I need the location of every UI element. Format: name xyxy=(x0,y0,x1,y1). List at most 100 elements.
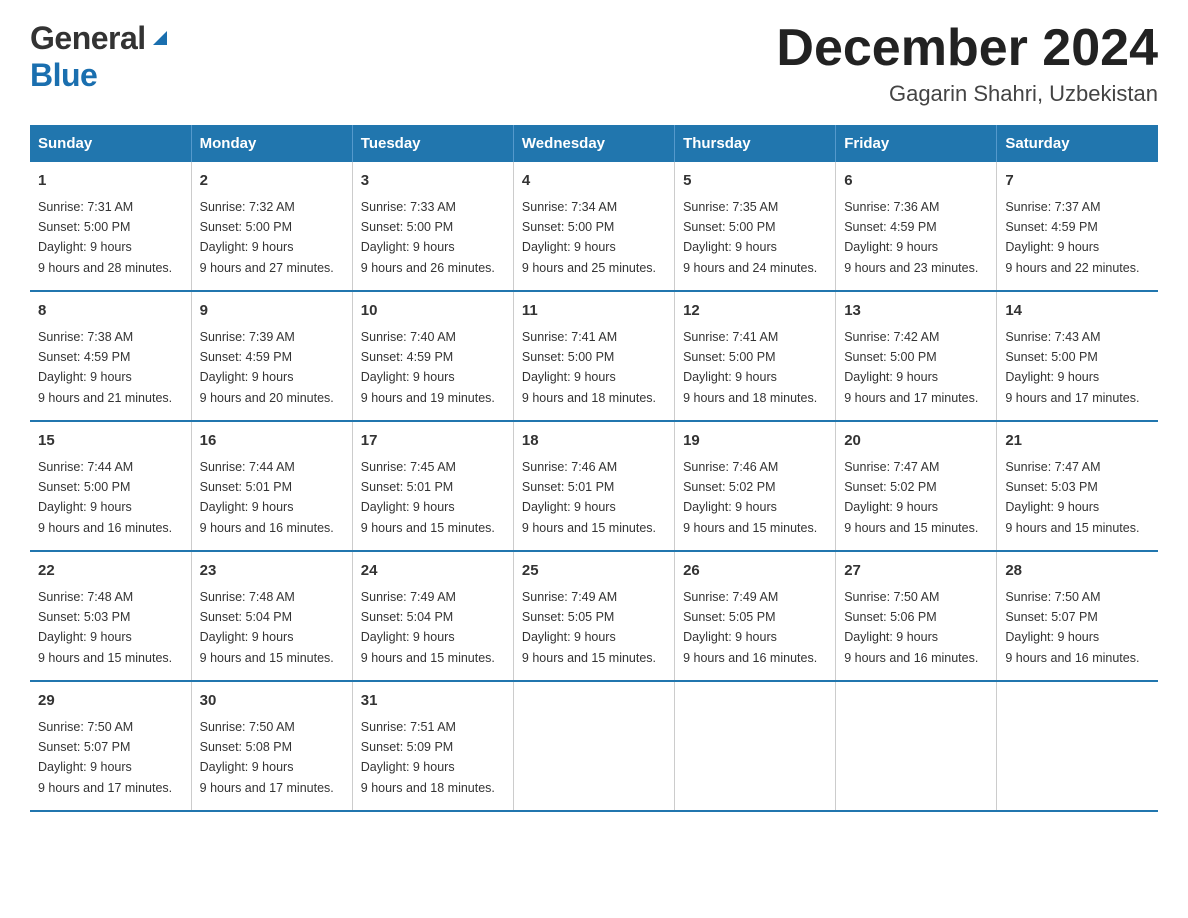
day-info: Sunrise: 7:45 AMSunset: 5:01 PMDaylight:… xyxy=(361,460,495,535)
calendar-cell xyxy=(836,681,997,811)
day-number: 3 xyxy=(361,170,505,193)
day-info: Sunrise: 7:39 AMSunset: 4:59 PMDaylight:… xyxy=(200,330,334,405)
day-info: Sunrise: 7:50 AMSunset: 5:06 PMDaylight:… xyxy=(844,590,978,665)
day-info: Sunrise: 7:49 AMSunset: 5:04 PMDaylight:… xyxy=(361,590,495,665)
calendar-cell: 29 Sunrise: 7:50 AMSunset: 5:07 PMDaylig… xyxy=(30,681,191,811)
calendar-week-row: 15 Sunrise: 7:44 AMSunset: 5:00 PMDaylig… xyxy=(30,421,1158,551)
calendar-cell: 25 Sunrise: 7:49 AMSunset: 5:05 PMDaylig… xyxy=(513,551,674,681)
day-number: 12 xyxy=(683,300,827,323)
day-number: 8 xyxy=(38,300,183,323)
day-info: Sunrise: 7:41 AMSunset: 5:00 PMDaylight:… xyxy=(522,330,656,405)
day-info: Sunrise: 7:48 AMSunset: 5:03 PMDaylight:… xyxy=(38,590,172,665)
day-number: 13 xyxy=(844,300,988,323)
calendar-cell: 22 Sunrise: 7:48 AMSunset: 5:03 PMDaylig… xyxy=(30,551,191,681)
calendar-cell: 6 Sunrise: 7:36 AMSunset: 4:59 PMDayligh… xyxy=(836,162,997,291)
day-info: Sunrise: 7:44 AMSunset: 5:01 PMDaylight:… xyxy=(200,460,334,535)
day-info: Sunrise: 7:37 AMSunset: 4:59 PMDaylight:… xyxy=(1005,200,1139,275)
header-saturday: Saturday xyxy=(997,125,1158,162)
day-number: 18 xyxy=(522,430,666,453)
calendar-cell: 2 Sunrise: 7:32 AMSunset: 5:00 PMDayligh… xyxy=(191,162,352,291)
day-number: 15 xyxy=(38,430,183,453)
calendar-cell: 11 Sunrise: 7:41 AMSunset: 5:00 PMDaylig… xyxy=(513,291,674,421)
day-info: Sunrise: 7:47 AMSunset: 5:02 PMDaylight:… xyxy=(844,460,978,535)
logo: General Blue xyxy=(30,20,171,94)
calendar-week-row: 1 Sunrise: 7:31 AMSunset: 5:00 PMDayligh… xyxy=(30,162,1158,291)
calendar-cell: 8 Sunrise: 7:38 AMSunset: 4:59 PMDayligh… xyxy=(30,291,191,421)
calendar-cell: 14 Sunrise: 7:43 AMSunset: 5:00 PMDaylig… xyxy=(997,291,1158,421)
day-number: 20 xyxy=(844,430,988,453)
calendar-cell: 12 Sunrise: 7:41 AMSunset: 5:00 PMDaylig… xyxy=(675,291,836,421)
calendar-cell: 26 Sunrise: 7:49 AMSunset: 5:05 PMDaylig… xyxy=(675,551,836,681)
day-number: 10 xyxy=(361,300,505,323)
header-thursday: Thursday xyxy=(675,125,836,162)
calendar-cell: 19 Sunrise: 7:46 AMSunset: 5:02 PMDaylig… xyxy=(675,421,836,551)
calendar-cell: 1 Sunrise: 7:31 AMSunset: 5:00 PMDayligh… xyxy=(30,162,191,291)
calendar-cell: 15 Sunrise: 7:44 AMSunset: 5:00 PMDaylig… xyxy=(30,421,191,551)
day-number: 5 xyxy=(683,170,827,193)
day-info: Sunrise: 7:36 AMSunset: 4:59 PMDaylight:… xyxy=(844,200,978,275)
day-info: Sunrise: 7:42 AMSunset: 5:00 PMDaylight:… xyxy=(844,330,978,405)
day-info: Sunrise: 7:40 AMSunset: 4:59 PMDaylight:… xyxy=(361,330,495,405)
header-sunday: Sunday xyxy=(30,125,191,162)
page-header: General Blue December 2024 Gagarin Shahr… xyxy=(30,20,1158,107)
day-number: 22 xyxy=(38,560,183,583)
day-number: 29 xyxy=(38,690,183,713)
day-info: Sunrise: 7:51 AMSunset: 5:09 PMDaylight:… xyxy=(361,720,495,795)
day-info: Sunrise: 7:50 AMSunset: 5:07 PMDaylight:… xyxy=(38,720,172,795)
location-subtitle: Gagarin Shahri, Uzbekistan xyxy=(776,81,1158,107)
calendar-cell xyxy=(675,681,836,811)
day-number: 11 xyxy=(522,300,666,323)
logo-triangle-icon xyxy=(149,27,171,49)
day-number: 19 xyxy=(683,430,827,453)
calendar-cell: 28 Sunrise: 7:50 AMSunset: 5:07 PMDaylig… xyxy=(997,551,1158,681)
calendar-cell: 7 Sunrise: 7:37 AMSunset: 4:59 PMDayligh… xyxy=(997,162,1158,291)
day-number: 30 xyxy=(200,690,344,713)
header-monday: Monday xyxy=(191,125,352,162)
day-info: Sunrise: 7:35 AMSunset: 5:00 PMDaylight:… xyxy=(683,200,817,275)
calendar-cell: 31 Sunrise: 7:51 AMSunset: 5:09 PMDaylig… xyxy=(352,681,513,811)
calendar-cell: 30 Sunrise: 7:50 AMSunset: 5:08 PMDaylig… xyxy=(191,681,352,811)
day-number: 9 xyxy=(200,300,344,323)
day-info: Sunrise: 7:34 AMSunset: 5:00 PMDaylight:… xyxy=(522,200,656,275)
day-info: Sunrise: 7:50 AMSunset: 5:07 PMDaylight:… xyxy=(1005,590,1139,665)
day-number: 14 xyxy=(1005,300,1150,323)
month-year-title: December 2024 xyxy=(776,20,1158,77)
day-info: Sunrise: 7:32 AMSunset: 5:00 PMDaylight:… xyxy=(200,200,334,275)
day-info: Sunrise: 7:38 AMSunset: 4:59 PMDaylight:… xyxy=(38,330,172,405)
calendar-week-row: 29 Sunrise: 7:50 AMSunset: 5:07 PMDaylig… xyxy=(30,681,1158,811)
day-info: Sunrise: 7:47 AMSunset: 5:03 PMDaylight:… xyxy=(1005,460,1139,535)
header-wednesday: Wednesday xyxy=(513,125,674,162)
calendar-cell: 16 Sunrise: 7:44 AMSunset: 5:01 PMDaylig… xyxy=(191,421,352,551)
calendar-cell: 23 Sunrise: 7:48 AMSunset: 5:04 PMDaylig… xyxy=(191,551,352,681)
day-number: 27 xyxy=(844,560,988,583)
day-number: 24 xyxy=(361,560,505,583)
day-info: Sunrise: 7:49 AMSunset: 5:05 PMDaylight:… xyxy=(683,590,817,665)
calendar-week-row: 22 Sunrise: 7:48 AMSunset: 5:03 PMDaylig… xyxy=(30,551,1158,681)
day-info: Sunrise: 7:48 AMSunset: 5:04 PMDaylight:… xyxy=(200,590,334,665)
day-number: 28 xyxy=(1005,560,1150,583)
calendar-cell: 3 Sunrise: 7:33 AMSunset: 5:00 PMDayligh… xyxy=(352,162,513,291)
calendar-cell: 9 Sunrise: 7:39 AMSunset: 4:59 PMDayligh… xyxy=(191,291,352,421)
calendar-cell: 27 Sunrise: 7:50 AMSunset: 5:06 PMDaylig… xyxy=(836,551,997,681)
calendar-cell: 5 Sunrise: 7:35 AMSunset: 5:00 PMDayligh… xyxy=(675,162,836,291)
calendar-cell xyxy=(513,681,674,811)
calendar-cell: 17 Sunrise: 7:45 AMSunset: 5:01 PMDaylig… xyxy=(352,421,513,551)
calendar-cell: 18 Sunrise: 7:46 AMSunset: 5:01 PMDaylig… xyxy=(513,421,674,551)
day-info: Sunrise: 7:41 AMSunset: 5:00 PMDaylight:… xyxy=(683,330,817,405)
day-info: Sunrise: 7:43 AMSunset: 5:00 PMDaylight:… xyxy=(1005,330,1139,405)
header-friday: Friday xyxy=(836,125,997,162)
calendar-cell: 24 Sunrise: 7:49 AMSunset: 5:04 PMDaylig… xyxy=(352,551,513,681)
day-info: Sunrise: 7:49 AMSunset: 5:05 PMDaylight:… xyxy=(522,590,656,665)
day-info: Sunrise: 7:46 AMSunset: 5:02 PMDaylight:… xyxy=(683,460,817,535)
calendar-header-row: SundayMondayTuesdayWednesdayThursdayFrid… xyxy=(30,125,1158,162)
title-block: December 2024 Gagarin Shahri, Uzbekistan xyxy=(776,20,1158,107)
day-number: 25 xyxy=(522,560,666,583)
day-number: 16 xyxy=(200,430,344,453)
day-info: Sunrise: 7:46 AMSunset: 5:01 PMDaylight:… xyxy=(522,460,656,535)
calendar-cell: 20 Sunrise: 7:47 AMSunset: 5:02 PMDaylig… xyxy=(836,421,997,551)
logo-general-text: General xyxy=(30,20,146,57)
calendar-cell: 21 Sunrise: 7:47 AMSunset: 5:03 PMDaylig… xyxy=(997,421,1158,551)
day-number: 31 xyxy=(361,690,505,713)
day-info: Sunrise: 7:44 AMSunset: 5:00 PMDaylight:… xyxy=(38,460,172,535)
day-number: 1 xyxy=(38,170,183,193)
